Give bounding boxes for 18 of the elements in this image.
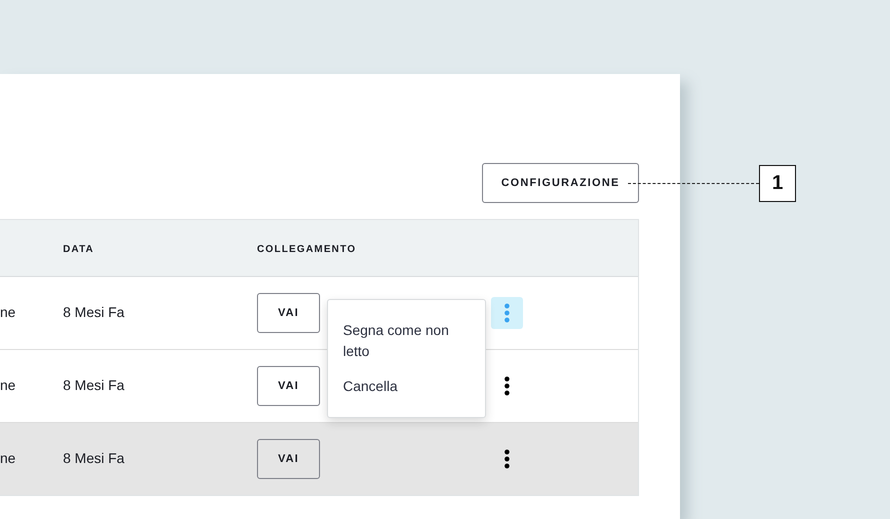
table-cell: ne bbox=[0, 304, 16, 320]
vertical-dots-icon bbox=[504, 449, 510, 469]
menu-item[interactable]: Segna come non letto bbox=[328, 314, 485, 370]
table-cell: 8 Mesi Fa bbox=[63, 450, 124, 466]
table-cell: 8 Mesi Fa bbox=[63, 377, 124, 393]
vertical-dots-icon bbox=[504, 376, 510, 396]
table-cell: 8 Mesi Fa bbox=[63, 304, 124, 320]
go-button[interactable]: VAI bbox=[257, 439, 320, 479]
column-header: DATA bbox=[63, 244, 94, 255]
go-button[interactable]: VAI bbox=[257, 366, 320, 406]
column-header: COLLEGAMENTO bbox=[257, 244, 356, 255]
table-cell: ne bbox=[0, 450, 16, 466]
configuration-button[interactable]: CONFIGURAZIONE bbox=[482, 163, 639, 203]
go-button[interactable]: VAI bbox=[257, 293, 320, 333]
callout-marker: 1 bbox=[759, 165, 796, 202]
table-cell: ne bbox=[0, 377, 16, 393]
menu-item[interactable]: Cancella bbox=[328, 370, 485, 405]
vertical-dots-icon bbox=[504, 303, 510, 323]
